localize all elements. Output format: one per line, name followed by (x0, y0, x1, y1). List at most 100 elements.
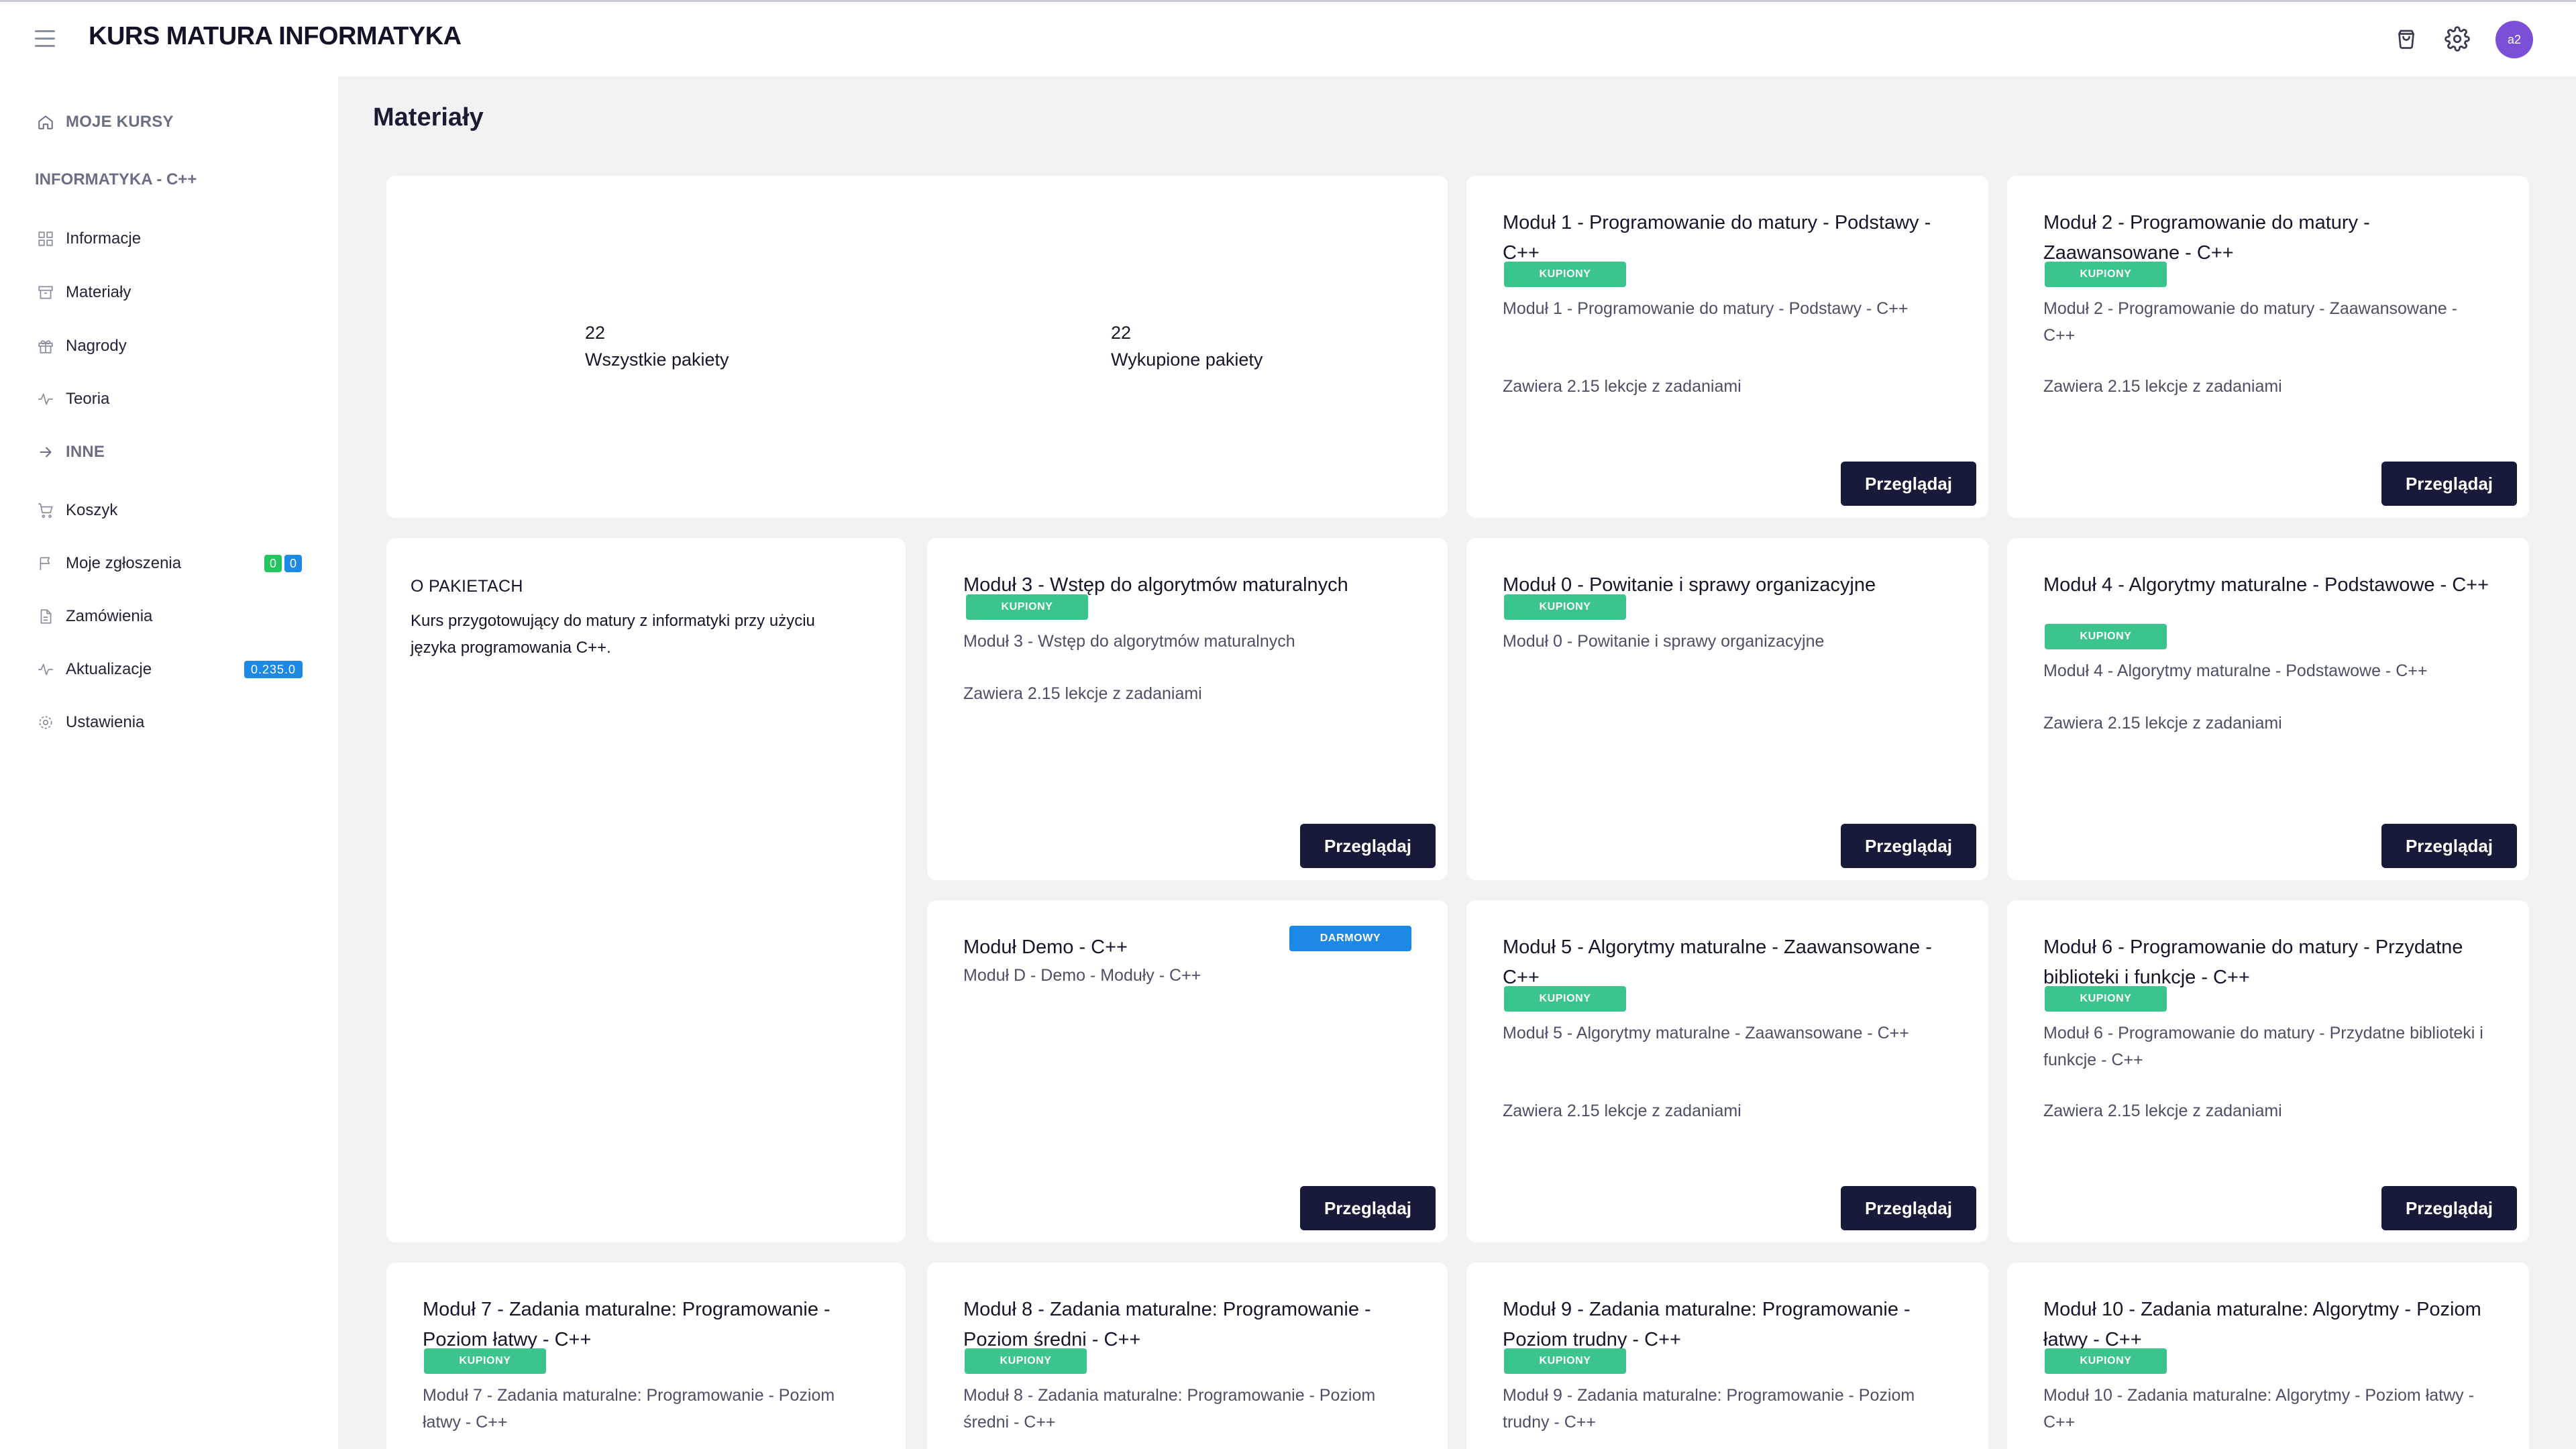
stat-all-value: 22 (585, 323, 606, 343)
module-description: Moduł 6 - Programowanie do matury - Przy… (2043, 1024, 2483, 1069)
sidebar-item-my-courses[interactable]: MOJE KURSY (35, 109, 174, 136)
cart-icon (35, 500, 56, 521)
module-lessons: Zawiera 2.15 lekcje z zadaniami (1503, 377, 1741, 396)
grid-icon (35, 228, 56, 250)
module-card: Moduł 10 - Zadania maturalne: Algorytmy … (2007, 1263, 2529, 1449)
module-title: Moduł 10 - Zadania maturalne: Algorytmy … (2043, 1299, 2481, 1350)
flag-icon (35, 553, 56, 574)
sidebar-item-moje-zgloszenia[interactable]: Moje zgłoszenia (35, 550, 181, 577)
module-lessons: Zawiera 2.15 lekcje z zadaniami (2043, 714, 2282, 733)
browse-button[interactable]: Przeglądaj (2381, 1186, 2517, 1230)
module-title: Moduł 8 - Zadania maturalne: Programowan… (963, 1299, 1371, 1350)
page-title: Materiały (373, 103, 484, 131)
gift-icon (35, 335, 56, 357)
stat-bought-packages: 22 Wykupione pakiety (1111, 319, 1263, 373)
user-avatar[interactable]: a2 (2496, 21, 2533, 58)
browse-button[interactable]: Przeglądaj (1300, 824, 1436, 868)
sidebar-item-inne[interactable]: INNE (35, 439, 105, 466)
status-badge: KUPIONY (424, 1348, 546, 1374)
browse-button[interactable]: Przeglądaj (1841, 462, 1976, 506)
tickets-new-badge: 0 (284, 555, 302, 572)
sidebar-item-label: Nagrody (66, 337, 127, 355)
browse-button[interactable]: Przeglądaj (2381, 824, 2517, 868)
module-lessons: Zawiera 2.15 lekcje z zadaniami (1503, 1102, 1741, 1120)
arrow-right-icon (35, 441, 56, 463)
module-description: Moduł 5 - Algorytmy maturalne - Zaawanso… (1503, 1024, 1909, 1042)
menu-icon[interactable] (35, 30, 62, 50)
course-section-heading: INFORMATYKA - C++ (35, 170, 197, 189)
module-title: Moduł Demo - C++ (963, 936, 1128, 958)
module-card: Moduł 1 - Programowanie do matury - Pods… (1466, 176, 1988, 518)
status-badge: KUPIONY (1504, 986, 1626, 1012)
sidebar-item-label: INNE (66, 443, 105, 461)
module-lessons: Zawiera 2.15 lekcje z zadaniami (963, 684, 1202, 703)
document-icon (35, 606, 56, 627)
module-title: Moduł 5 - Algorytmy maturalne - Zaawanso… (1503, 936, 1932, 988)
module-description: Moduł 8 - Zadania maturalne: Programowan… (963, 1386, 1376, 1432)
status-badge: KUPIONY (966, 594, 1088, 620)
gear-icon (35, 712, 56, 733)
archive-icon (35, 282, 56, 303)
sidebar-item-informacje[interactable]: Informacje (35, 225, 141, 252)
module-description: Moduł 3 - Wstęp do algorytmów maturalnyc… (963, 632, 1295, 651)
browse-button[interactable]: Przeglądaj (2381, 462, 2517, 506)
browse-button[interactable]: Przeglądaj (1841, 1186, 1976, 1230)
cart-icon[interactable] (2390, 22, 2423, 56)
sidebar-item-ustawienia[interactable]: Ustawienia (35, 709, 144, 736)
module-description: Moduł D - Demo - Moduły - C++ (963, 966, 1201, 985)
sidebar: MOJE KURSY INFORMATYKA - C++ Informacje … (0, 76, 338, 1449)
sidebar-item-label: Materiały (66, 283, 131, 301)
status-badge: KUPIONY (2045, 1348, 2167, 1374)
top-bar: KURS MATURA INFORMATYKA a2 (0, 0, 2576, 76)
sidebar-item-label: Koszyk (66, 501, 118, 519)
module-title: Moduł 2 - Programowanie do matury - Zaaw… (2043, 212, 2370, 264)
stat-bought-label: Wykupione pakiety (1111, 350, 1263, 370)
status-badge: KUPIONY (1504, 594, 1626, 620)
status-badge: KUPIONY (2045, 986, 2167, 1012)
module-lessons: Zawiera 2.15 lekcje z zadaniami (2043, 1102, 2282, 1120)
sidebar-item-materialy[interactable]: Materiały (35, 279, 131, 306)
sidebar-item-nagrody[interactable]: Nagrody (35, 333, 127, 360)
module-description: Moduł 10 - Zadania maturalne: Algorytmy … (2043, 1386, 2474, 1432)
sidebar-item-label: Ustawienia (66, 713, 145, 731)
tickets-open-badge: 0 (264, 555, 282, 572)
sidebar-item-zamowienia[interactable]: Zamówienia (35, 603, 152, 630)
browse-button[interactable]: Przeglądaj (1841, 824, 1976, 868)
module-title: Moduł 7 - Zadania maturalne: Programowan… (423, 1299, 830, 1350)
sidebar-item-label: Zamówienia (66, 607, 153, 625)
module-card: Moduł Demo - C++ DARMOWY Moduł D - Demo … (927, 900, 1448, 1242)
sidebar-item-aktualizacje[interactable]: Aktualizacje (35, 656, 152, 683)
status-badge: DARMOWY (1289, 926, 1411, 951)
about-text: Kurs przygotowujący do matury z informat… (411, 612, 815, 657)
browse-button[interactable]: Przeglądaj (1300, 1186, 1436, 1230)
sidebar-item-teoria[interactable]: Teoria (35, 386, 109, 413)
status-badge: KUPIONY (1504, 1348, 1626, 1374)
module-description: Moduł 0 - Powitanie i sprawy organizacyj… (1503, 632, 1825, 651)
home-icon (35, 111, 56, 133)
status-badge: KUPIONY (1504, 262, 1626, 287)
module-card: Moduł 9 - Zadania maturalne: Programowan… (1466, 1263, 1988, 1449)
module-title: Moduł 4 - Algorytmy maturalne - Podstawo… (2043, 574, 2489, 596)
module-card: Moduł 0 - Powitanie i sprawy organizacyj… (1466, 538, 1988, 880)
stat-bought-value: 22 (1111, 323, 1132, 343)
about-heading: O PAKIETACH (411, 577, 523, 596)
sidebar-item-label: Informacje (66, 229, 142, 248)
app-brand[interactable]: KURS MATURA INFORMATYKA (89, 22, 462, 51)
module-lessons: Zawiera 2.15 lekcje z zadaniami (2043, 377, 2282, 396)
module-title: Moduł 1 - Programowanie do matury - Pods… (1503, 212, 1931, 264)
module-description: Moduł 1 - Programowanie do matury - Pods… (1503, 299, 1909, 318)
pulse-icon (35, 659, 56, 680)
sidebar-item-label: Moje zgłoszenia (66, 554, 182, 572)
sidebar-item-label: MOJE KURSY (66, 113, 174, 131)
sidebar-item-koszyk[interactable]: Koszyk (35, 497, 117, 524)
module-description: Moduł 2 - Programowanie do matury - Zaaw… (2043, 299, 2457, 345)
tickets-badges: 0 0 (264, 555, 302, 572)
module-card: Moduł 7 - Zadania maturalne: Programowan… (386, 1263, 906, 1449)
settings-icon[interactable] (2440, 22, 2474, 56)
module-title: Moduł 6 - Programowanie do matury - Przy… (2043, 936, 2463, 988)
sidebar-item-label: Aktualizacje (66, 660, 152, 678)
about-card: O PAKIETACH Kurs przygotowujący do matur… (386, 538, 906, 1242)
module-card: Moduł 4 - Algorytmy maturalne - Podstawo… (2007, 538, 2529, 880)
status-badge: KUPIONY (2045, 624, 2167, 649)
module-card: Moduł 6 - Programowanie do matury - Przy… (2007, 900, 2529, 1242)
